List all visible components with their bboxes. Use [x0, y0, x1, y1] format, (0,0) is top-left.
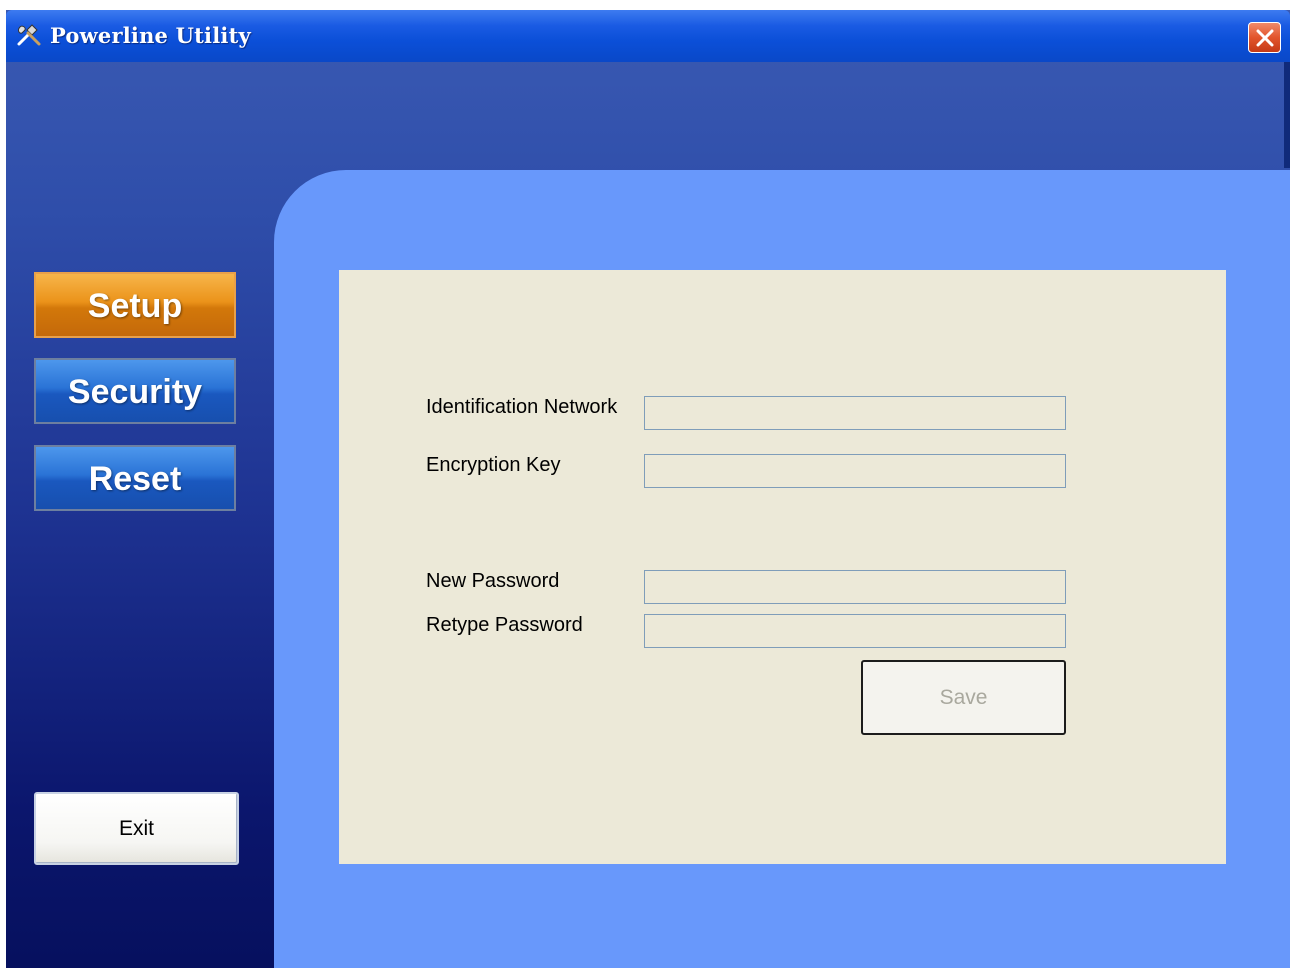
sidebar-item-setup[interactable]: Setup: [34, 272, 236, 338]
new-password-field[interactable]: [644, 570, 1066, 604]
sidebar-item-reset[interactable]: Reset: [34, 445, 236, 511]
close-icon: [1256, 29, 1274, 47]
exit-button[interactable]: Exit: [34, 792, 239, 865]
identification-network-field[interactable]: [644, 396, 1066, 430]
tools-icon: [16, 24, 42, 48]
sidebar-item-security[interactable]: Security: [34, 358, 236, 424]
encryption-key-field[interactable]: [644, 454, 1066, 488]
form-panel: [339, 270, 1226, 864]
retype-password-field[interactable]: [644, 614, 1066, 648]
title-bar[interactable]: Powerline Utility: [6, 10, 1290, 62]
identification-network-label: Identification Network: [426, 396, 618, 418]
save-button[interactable]: Save: [861, 660, 1066, 735]
retype-password-label: Retype Password: [426, 614, 583, 636]
encryption-key-label: Encryption Key: [426, 454, 561, 476]
window-title: Powerline Utility: [50, 23, 251, 48]
close-button[interactable]: [1248, 22, 1281, 53]
new-password-label: New Password: [426, 570, 560, 592]
window-edge: [1284, 62, 1290, 168]
